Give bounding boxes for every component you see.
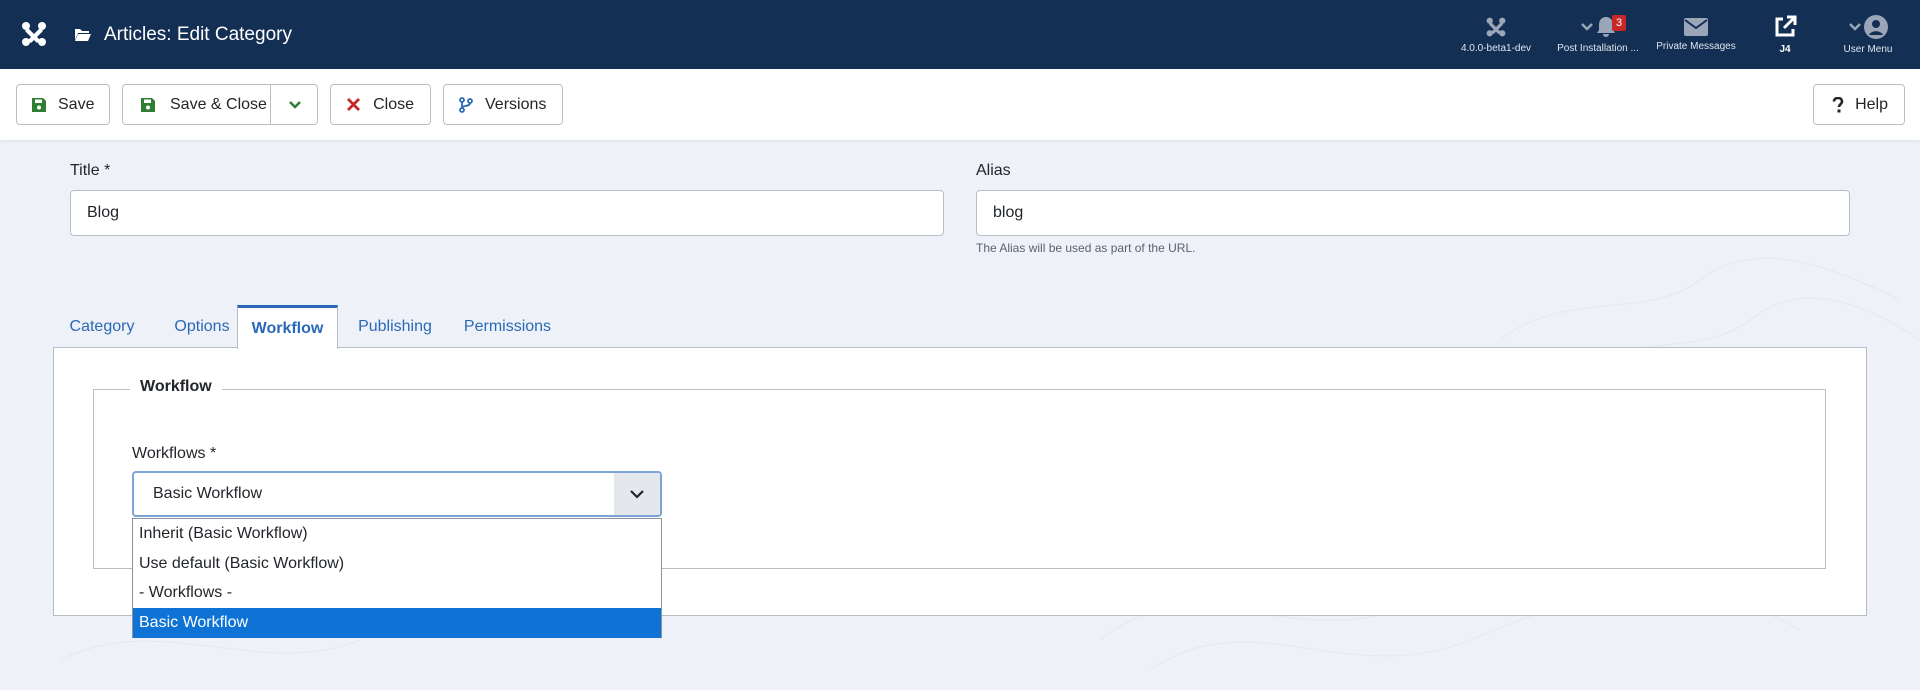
alias-label: Alias xyxy=(976,162,1011,179)
tab-workflow[interactable]: Workflow xyxy=(237,305,338,349)
save-label: Save xyxy=(58,95,95,113)
version-label: 4.0.0-beta1-dev xyxy=(1460,42,1532,54)
workflows-label: Workflows * xyxy=(132,445,217,462)
joomla-logo-icon[interactable] xyxy=(20,20,48,48)
save-dropdown-toggle[interactable] xyxy=(271,85,318,124)
post-installation-item[interactable]: 3 Post Installation ... xyxy=(1556,0,1640,69)
page-title-wrap: Articles: Edit Category xyxy=(74,0,292,69)
title-input[interactable]: Blog xyxy=(70,190,944,236)
chevron-down-icon xyxy=(288,100,301,109)
joomla-icon xyxy=(1486,17,1506,36)
close-icon xyxy=(346,98,361,111)
post-installation-label: Post Installation ... xyxy=(1557,42,1639,54)
chevron-down-icon xyxy=(614,473,660,515)
site-link-item[interactable]: J4 xyxy=(1760,0,1810,69)
page-title: Articles: Edit Category xyxy=(104,23,292,45)
notification-badge: 3 xyxy=(1612,15,1627,31)
title-label: Title * xyxy=(70,162,111,179)
chevron-down-icon xyxy=(1849,22,1861,31)
private-messages-item[interactable]: Private Messages xyxy=(1652,0,1740,69)
tab-category[interactable]: Category xyxy=(53,305,151,348)
version-item[interactable]: 4.0.0-beta1-dev xyxy=(1456,0,1536,69)
toolbar: Save Save & Close Close Versions Help xyxy=(0,69,1920,140)
alias-input[interactable]: blog xyxy=(976,190,1850,236)
alias-hint: The Alias will be used as part of the UR… xyxy=(976,241,1196,255)
save-close-label: Save & Close xyxy=(170,95,267,113)
tab-permissions[interactable]: Permissions xyxy=(451,305,564,348)
versions-label: Versions xyxy=(485,95,547,113)
private-messages-label: Private Messages xyxy=(1656,40,1736,52)
save-close-button[interactable]: Save & Close xyxy=(122,84,318,125)
dropdown-option[interactable]: Use default (Basic Workflow) xyxy=(133,549,661,579)
site-link-label: J4 xyxy=(1779,43,1791,55)
save-icon xyxy=(138,97,158,112)
workflows-select-value: Basic Workflow xyxy=(153,485,263,502)
tab-publishing[interactable]: Publishing xyxy=(344,305,446,348)
dropdown-option[interactable]: Inherit (Basic Workflow) xyxy=(133,519,661,549)
top-header: Articles: Edit Category 4.0.0-beta1-dev … xyxy=(0,0,1920,69)
close-label: Close xyxy=(373,95,414,113)
envelope-icon xyxy=(1684,17,1708,36)
save-icon xyxy=(32,97,46,112)
chevron-down-icon xyxy=(1581,22,1593,31)
close-button[interactable]: Close xyxy=(330,84,431,125)
question-icon xyxy=(1829,96,1847,113)
dropdown-option[interactable]: - Workflows - xyxy=(133,578,661,608)
user-icon xyxy=(1864,14,1888,39)
workflows-dropdown-list: Inherit (Basic Workflow) Use default (Ba… xyxy=(132,518,662,638)
user-menu-label: User Menu xyxy=(1843,43,1893,55)
folder-open-icon xyxy=(75,29,91,41)
tab-options[interactable]: Options xyxy=(158,305,246,348)
help-label: Help xyxy=(1855,95,1888,113)
external-link-icon xyxy=(1775,15,1797,36)
dropdown-option-selected[interactable]: Basic Workflow xyxy=(133,608,661,638)
user-menu-item[interactable]: User Menu xyxy=(1832,0,1904,69)
workflows-select[interactable]: Basic Workflow xyxy=(132,471,662,517)
help-button[interactable]: Help xyxy=(1813,84,1905,125)
save-button[interactable]: Save xyxy=(16,84,110,125)
workflow-legend: Workflow xyxy=(130,378,222,396)
versions-button[interactable]: Versions xyxy=(443,84,563,125)
code-branch-icon xyxy=(459,96,473,113)
